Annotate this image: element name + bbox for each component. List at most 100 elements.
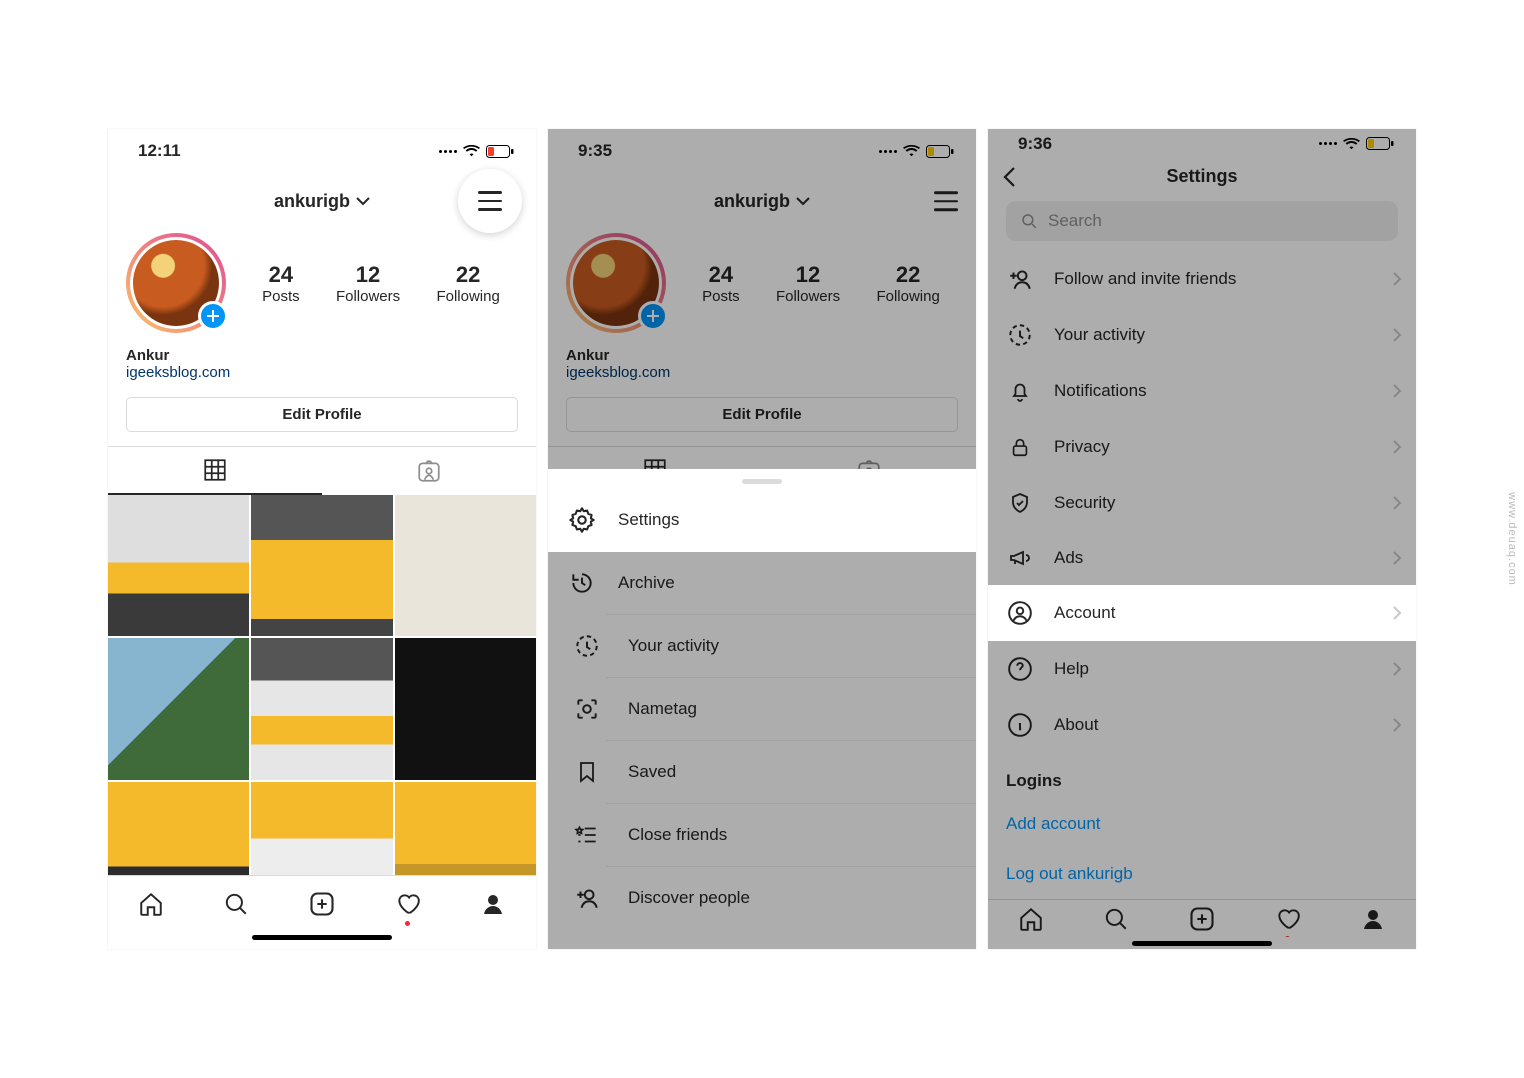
settings-privacy[interactable]: Privacy	[988, 419, 1416, 475]
settings-about[interactable]: About	[988, 697, 1416, 753]
profile-top: 24Posts 12Followers 22Following	[548, 229, 976, 341]
post-tile[interactable]	[395, 638, 536, 779]
tagged-icon	[416, 458, 442, 484]
bottom-nav	[108, 875, 536, 931]
hamburger-menu-button[interactable]	[934, 191, 958, 211]
chevron-right-icon	[1392, 605, 1402, 621]
nav-profile[interactable]	[1359, 905, 1387, 933]
menu-nametag[interactable]: Nametag	[606, 677, 976, 740]
username-label: ankurigb	[274, 191, 350, 212]
post-tile[interactable]	[251, 495, 392, 636]
row-label: Privacy	[1054, 437, 1110, 457]
tab-tagged[interactable]	[322, 447, 536, 495]
settings-account[interactable]: Account	[988, 585, 1416, 641]
add-story-badge[interactable]	[198, 301, 228, 331]
nav-create[interactable]	[1188, 905, 1216, 933]
post-tile[interactable]	[251, 782, 392, 875]
status-time: 9:35	[578, 141, 612, 161]
profile-icon	[1361, 907, 1385, 931]
chevron-right-icon	[1392, 550, 1402, 566]
page-title: Settings	[1166, 166, 1237, 187]
plus-square-icon	[1188, 905, 1216, 933]
search-icon	[223, 891, 249, 917]
settings-list: Follow and invite friends Your activity …	[988, 251, 1416, 899]
stat-posts[interactable]: 24Posts	[702, 262, 740, 305]
bio-link[interactable]: igeeksblog.com	[126, 364, 518, 381]
stat-following[interactable]: 22 Following	[436, 262, 499, 305]
settings-help[interactable]: Help	[988, 641, 1416, 697]
menu-settings[interactable]: Settings	[548, 488, 976, 552]
post-tile[interactable]	[108, 495, 249, 636]
logins-section-label: Logins	[988, 753, 1416, 799]
sheet-grabber[interactable]	[742, 479, 782, 484]
chevron-down-icon	[356, 196, 370, 206]
menu-saved[interactable]: Saved	[606, 740, 976, 803]
post-tile[interactable]	[108, 782, 249, 875]
add-account-link[interactable]: Add account	[988, 799, 1416, 849]
row-label: Notifications	[1054, 381, 1147, 401]
menu-label: Close friends	[628, 825, 727, 845]
profile-top: 24 Posts 12 Followers 22 Following	[108, 229, 536, 341]
settings-follow-invite[interactable]: Follow and invite friends	[988, 251, 1416, 307]
username-switcher[interactable]: ankurigb	[274, 191, 370, 212]
post-tile[interactable]	[251, 638, 392, 779]
nav-activity[interactable]	[1274, 905, 1302, 933]
stat-followers[interactable]: 12Followers	[776, 262, 840, 305]
nav-create[interactable]	[308, 890, 336, 918]
nametag-icon	[548, 696, 606, 722]
username-switcher[interactable]: ankurigb	[714, 191, 810, 212]
post-tile[interactable]: 1	[395, 782, 536, 875]
home-icon	[1018, 906, 1044, 932]
menu-discover[interactable]: Discover people	[606, 866, 976, 929]
add-person-icon	[548, 885, 606, 911]
tab-grid[interactable]	[108, 447, 322, 495]
bio-link[interactable]: igeeksblog.com	[566, 364, 958, 381]
search-icon	[1020, 212, 1038, 230]
menu-label: Saved	[628, 762, 676, 782]
settings-notifications[interactable]: Notifications	[988, 363, 1416, 419]
logout-link[interactable]: Log out ankurigb	[988, 849, 1416, 899]
nav-profile[interactable]	[479, 890, 507, 918]
nav-home[interactable]	[1017, 905, 1045, 933]
menu-activity[interactable]: Your activity	[606, 614, 976, 677]
nav-search[interactable]	[222, 890, 250, 918]
add-story-badge[interactable]	[638, 301, 668, 331]
wifi-icon	[1343, 138, 1360, 150]
megaphone-icon	[1006, 546, 1034, 570]
avatar[interactable]	[566, 233, 666, 333]
row-label: Security	[1054, 493, 1115, 513]
nav-activity[interactable]	[394, 890, 422, 918]
settings-ads[interactable]: Ads	[988, 531, 1416, 585]
settings-security[interactable]: Security	[988, 475, 1416, 531]
menu-archive[interactable]: Archive	[548, 552, 976, 614]
menu-close-friends[interactable]: Close friends	[606, 803, 976, 866]
bookmark-icon	[548, 759, 606, 785]
hamburger-menu-button[interactable]	[458, 169, 522, 233]
edit-profile-button[interactable]: Edit Profile	[126, 397, 518, 432]
post-tile[interactable]	[395, 495, 536, 636]
profile-bio: Ankur igeeksblog.com	[108, 341, 536, 383]
post-tile[interactable]	[108, 638, 249, 779]
profile-header: ankurigb	[108, 173, 536, 229]
stat-following[interactable]: 22Following	[876, 262, 939, 305]
chevron-right-icon	[1392, 439, 1402, 455]
search-input[interactable]: Search	[1006, 201, 1398, 241]
settings-header: Settings	[988, 158, 1416, 195]
stat-posts[interactable]: 24 Posts	[262, 262, 300, 305]
chevron-right-icon	[1392, 661, 1402, 677]
watermark: www.deuaq.com	[1506, 492, 1518, 586]
hamburger-icon	[934, 191, 958, 211]
row-label: Help	[1054, 659, 1089, 679]
avatar[interactable]	[126, 233, 226, 333]
edit-profile-button[interactable]: Edit Profile	[566, 397, 958, 432]
nav-home[interactable]	[137, 890, 165, 918]
row-label: Your activity	[1054, 325, 1145, 345]
menu-label: Nametag	[628, 699, 697, 719]
nav-search[interactable]	[1102, 905, 1130, 933]
bio-name: Ankur	[126, 347, 518, 364]
bio-name: Ankur	[566, 347, 958, 364]
stat-followers[interactable]: 12 Followers	[336, 262, 400, 305]
back-button[interactable]	[1002, 166, 1016, 188]
settings-activity[interactable]: Your activity	[988, 307, 1416, 363]
posts-grid: 1	[108, 495, 536, 875]
